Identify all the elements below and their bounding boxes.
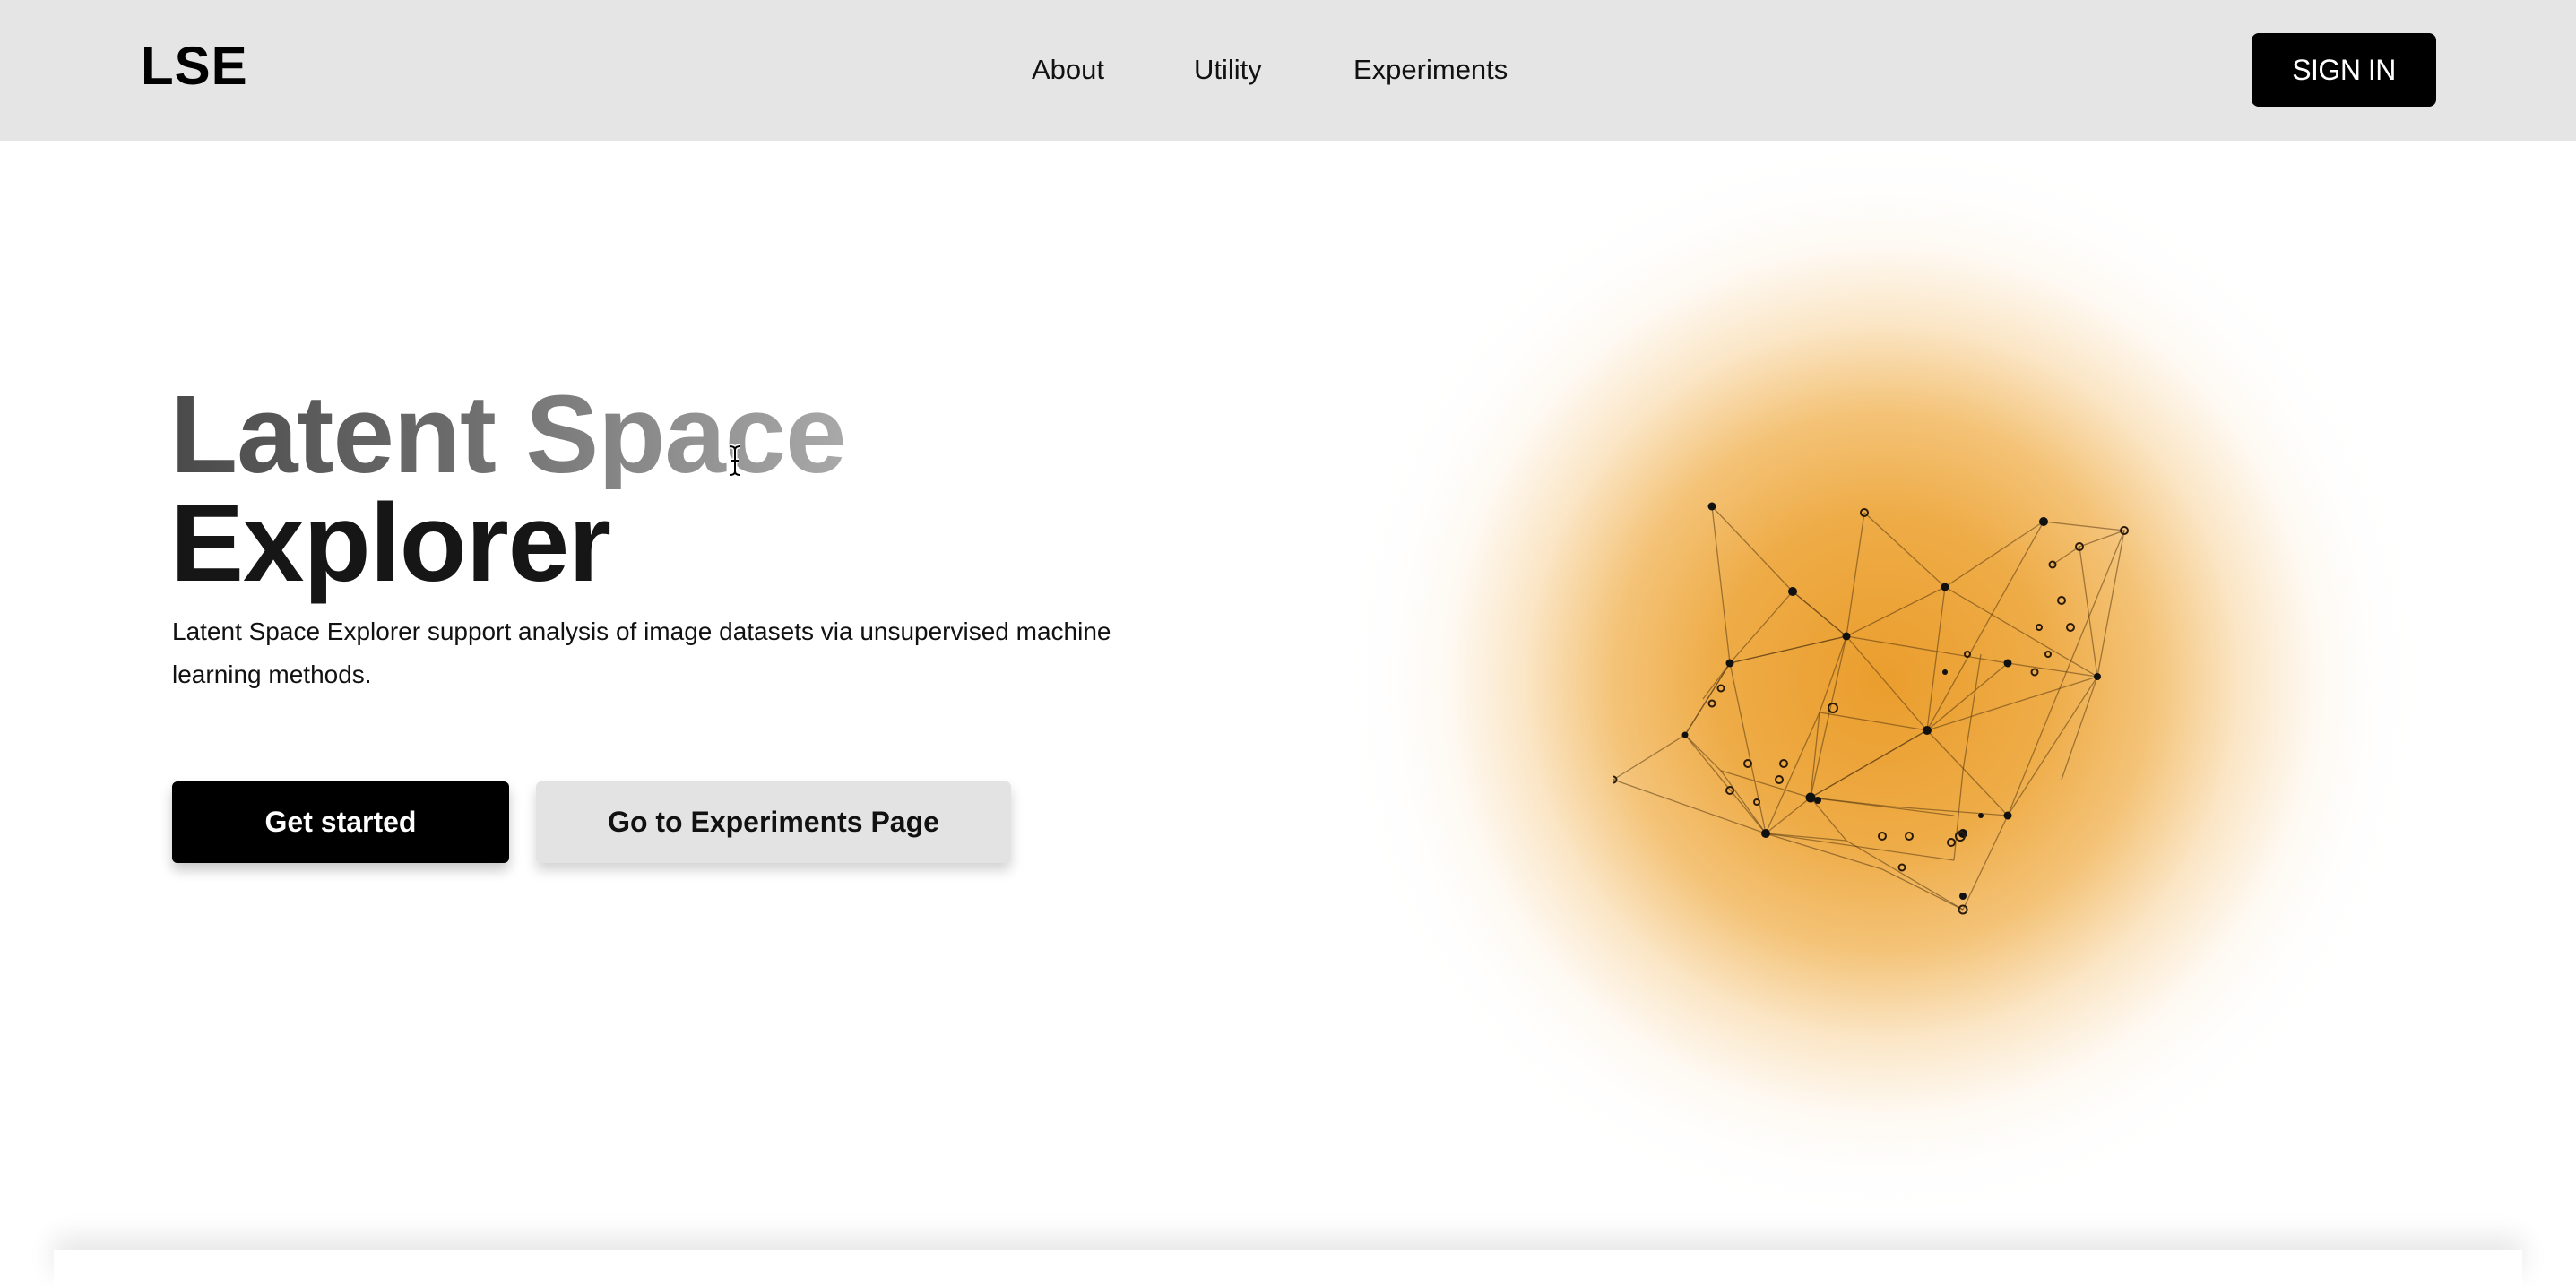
nav-about[interactable]: About bbox=[1032, 52, 1104, 88]
hero-description: Latent Space Explorer support analysis o… bbox=[172, 617, 1111, 688]
experiments-page-button[interactable]: Go to Experiments Page bbox=[536, 781, 1011, 863]
hero-title-line2: Explorer bbox=[170, 482, 611, 605]
text-cursor-icon bbox=[729, 444, 741, 477]
nav-experiments[interactable]: Experiments bbox=[1353, 52, 1508, 88]
hero-title-line1: Latent Space bbox=[170, 374, 847, 496]
sign-in-button[interactable]: SIGN IN bbox=[2252, 33, 2436, 107]
nav-utility[interactable]: Utility bbox=[1194, 52, 1262, 88]
top-navbar: LSE About Utility Experiments SIGN IN bbox=[0, 0, 2576, 141]
latent-network-graphic bbox=[1613, 502, 2129, 915]
hero-title: Latent Space Explorer bbox=[170, 374, 847, 605]
logo[interactable]: LSE bbox=[141, 34, 248, 99]
get-started-button[interactable]: Get started bbox=[172, 781, 509, 863]
next-section-edge bbox=[54, 1250, 2522, 1286]
